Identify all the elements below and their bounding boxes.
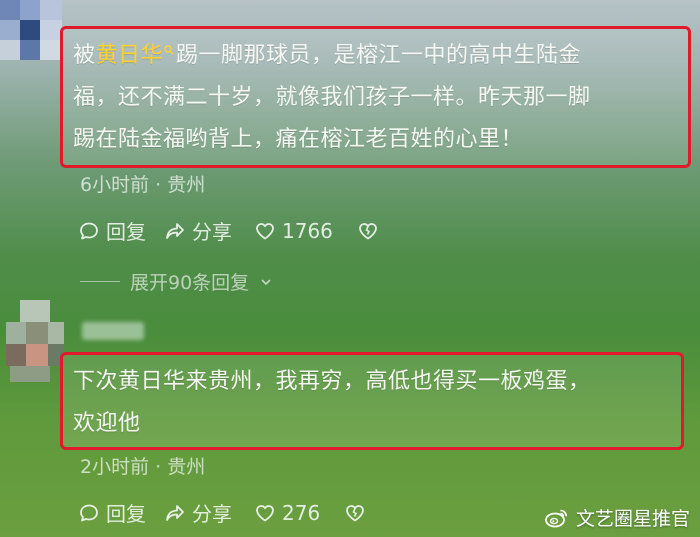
share-button[interactable]: 分享 (164, 216, 232, 245)
like-button[interactable]: 276 (254, 501, 320, 525)
comment-line-2: 福，还不满二十岁，就像我们孩子一样。昨天那一脚 (73, 85, 591, 110)
like-button[interactable]: 1766 (254, 219, 333, 243)
comment-meta: 6小时前 · 贵州 (80, 174, 206, 196)
heart-icon (256, 222, 274, 239)
comment-location: 贵州 (167, 174, 206, 196)
comment-line-2: 欢迎他 (73, 411, 141, 436)
comment-time: 2小时前 (80, 456, 150, 478)
share-icon (166, 504, 184, 521)
comment-meta: 2小时前 · 贵州 (80, 456, 206, 478)
watermark-text: 文艺圈星推官 (575, 508, 690, 530)
dislike-button[interactable] (344, 502, 366, 524)
reply-icon (80, 222, 98, 239)
weibo-icon (545, 509, 567, 527)
reply-icon (80, 504, 98, 521)
dislike-button[interactable] (357, 220, 379, 242)
comment-location: 贵州 (167, 456, 206, 478)
share-button[interactable]: 分享 (164, 498, 232, 527)
divider (80, 280, 120, 283)
search-icon (164, 45, 174, 55)
comment-line-1: 下次黄日华来贵州，我再穷，高低也得买一板鸡蛋， (73, 369, 591, 394)
mention-link[interactable]: 黄日华 (96, 43, 177, 68)
reply-button[interactable]: 回复 (78, 498, 146, 527)
comment-actions: 回复 分享 276 (78, 498, 366, 527)
username[interactable] (82, 322, 144, 340)
avatar[interactable] (0, 0, 62, 60)
like-count: 1766 (282, 218, 333, 243)
expand-replies-button[interactable]: 展开90条回复 (80, 268, 273, 295)
like-count: 276 (282, 500, 321, 525)
heart-icon (256, 504, 274, 521)
avatar[interactable] (6, 300, 64, 386)
broken-heart-icon (359, 222, 377, 239)
comment-actions: 回复 分享 1766 (78, 216, 379, 245)
comment-content-highlighted: 被黄日华 踢一脚那球员，是榕江一中的高中生陆金 福，还不满二十岁，就像我们孩子一样… (60, 26, 691, 168)
chevron-down-icon (261, 278, 271, 285)
reply-button[interactable]: 回复 (78, 216, 146, 245)
comment-content-highlighted: 下次黄日华来贵州，我再穷，高低也得买一板鸡蛋， 欢迎他 (60, 352, 684, 450)
comment-time: 6小时前 (80, 174, 150, 196)
watermark: 文艺圈星推官 (544, 504, 690, 531)
comment-line-3: 踢在陆金福哟背上，痛在榕江老百姓的心里！ (73, 127, 524, 152)
broken-heart-icon (346, 504, 365, 521)
share-icon (166, 222, 184, 239)
comment-line-1: 被黄日华 踢一脚那球员，是榕江一中的高中生陆金 (73, 43, 582, 68)
